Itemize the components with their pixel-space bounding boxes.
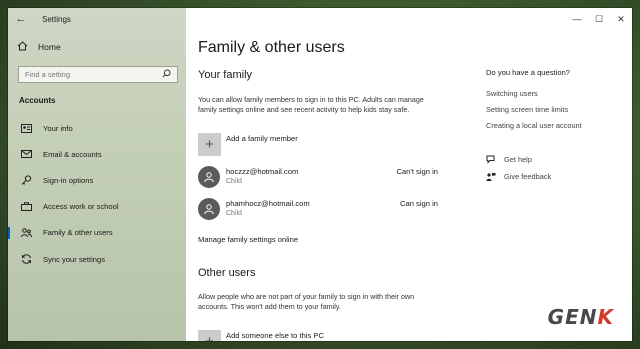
home-nav[interactable]: Home <box>8 34 186 60</box>
sidebar-item-label: Sign-in options <box>43 175 94 185</box>
page-title: Family & other users <box>198 39 345 56</box>
search-input[interactable] <box>25 70 155 79</box>
add-someone-else-label[interactable]: Add someone else to this PC <box>226 331 324 340</box>
window-controls: — ☐ ✕ <box>566 8 632 30</box>
give-feedback-label: Give feedback <box>504 172 552 181</box>
plus-icon: + <box>205 136 214 153</box>
sidebar-item-sync-settings[interactable]: Sync your settings <box>8 246 186 272</box>
avatar <box>198 166 220 188</box>
member-email: phamhocz@hotmail.com <box>226 199 310 208</box>
back-arrow-icon[interactable]: ← <box>8 13 34 25</box>
people-icon <box>19 228 33 238</box>
sidebar-item-sign-in-options[interactable]: Sign-in options <box>8 167 186 193</box>
manage-family-online-link[interactable]: Manage family settings online <box>198 235 298 244</box>
get-help-label: Get help <box>504 155 532 164</box>
sidebar-item-family-other-users[interactable]: Family & other users <box>8 220 186 246</box>
section-title: Accounts <box>19 96 56 105</box>
search-box[interactable] <box>18 66 178 83</box>
add-someone-else-button[interactable]: + <box>198 330 221 341</box>
help-actions: Get help Give feedback <box>486 152 626 184</box>
other-users-description: Allow people who are not part of your fa… <box>198 292 415 311</box>
help-link-local-account[interactable]: Creating a local user account <box>486 121 626 130</box>
genk-watermark-logo: GENK <box>547 305 614 329</box>
help-question-heading: Do you have a question? <box>486 68 571 77</box>
home-label: Home <box>38 42 61 52</box>
sidebar-item-access-work-school[interactable]: Access work or school <box>8 194 186 220</box>
home-icon <box>17 40 31 54</box>
main-content: — ☐ ✕ Family & other users Your family Y… <box>186 8 632 341</box>
member-status: Can't sign in <box>396 167 438 176</box>
member-status: Can sign in <box>400 199 438 208</box>
sidebar-item-label: Family & other users <box>43 228 113 238</box>
nav-list: Your info Email & accounts Sign-in optio… <box>8 115 186 272</box>
sidebar-item-email-accounts[interactable]: Email & accounts <box>8 141 186 167</box>
sidebar-item-your-info[interactable]: Your info <box>8 115 186 141</box>
help-panel: Do you have a question? Switching users … <box>486 68 626 184</box>
settings-window: ← Settings Home Accounts Your info <box>8 8 632 341</box>
sidebar-item-label: Your info <box>43 123 73 133</box>
briefcase-icon <box>19 202 33 212</box>
plus-icon: + <box>205 333 214 341</box>
avatar <box>198 198 220 220</box>
person-card-icon <box>19 123 33 133</box>
help-link-screen-time[interactable]: Setting screen time limits <box>486 105 626 114</box>
user-icon <box>204 172 214 183</box>
close-button[interactable]: ✕ <box>610 8 632 30</box>
sidebar-item-label: Access work or school <box>43 202 119 212</box>
give-feedback-link[interactable]: Give feedback <box>486 169 626 184</box>
chat-bubble-icon <box>486 155 498 164</box>
sidebar-item-label: Sync your settings <box>43 254 106 264</box>
sidebar-item-label: Email & accounts <box>43 149 102 159</box>
sidebar: ← Settings Home Accounts Your info <box>8 8 186 341</box>
key-icon <box>19 175 33 186</box>
help-link-switching-users[interactable]: Switching users <box>486 89 626 98</box>
your-family-description: You can allow family members to sign in … <box>198 95 424 114</box>
your-family-heading: Your family <box>198 69 253 81</box>
user-icon <box>204 204 214 215</box>
feedback-person-icon <box>486 172 498 182</box>
add-family-member-label[interactable]: Add a family member <box>226 134 298 143</box>
title-bar: ← Settings <box>8 8 186 30</box>
get-help-link[interactable]: Get help <box>486 152 626 167</box>
maximize-button[interactable]: ☐ <box>588 8 610 30</box>
member-email: hoczzz@hotmail.com <box>226 167 299 176</box>
member-role: Child <box>226 178 242 185</box>
add-family-member-button[interactable]: + <box>198 133 221 156</box>
sync-icon <box>19 254 33 264</box>
mail-icon <box>19 150 33 159</box>
minimize-button[interactable]: — <box>566 8 588 30</box>
search-icon[interactable] <box>162 69 171 80</box>
app-title: Settings <box>42 14 71 24</box>
member-role: Child <box>226 210 242 217</box>
family-member-row[interactable]: phamhocz@hotmail.com Child Can sign in <box>198 198 438 222</box>
other-users-heading: Other users <box>198 267 256 279</box>
family-member-row[interactable]: hoczzz@hotmail.com Child Can't sign in <box>198 166 438 190</box>
